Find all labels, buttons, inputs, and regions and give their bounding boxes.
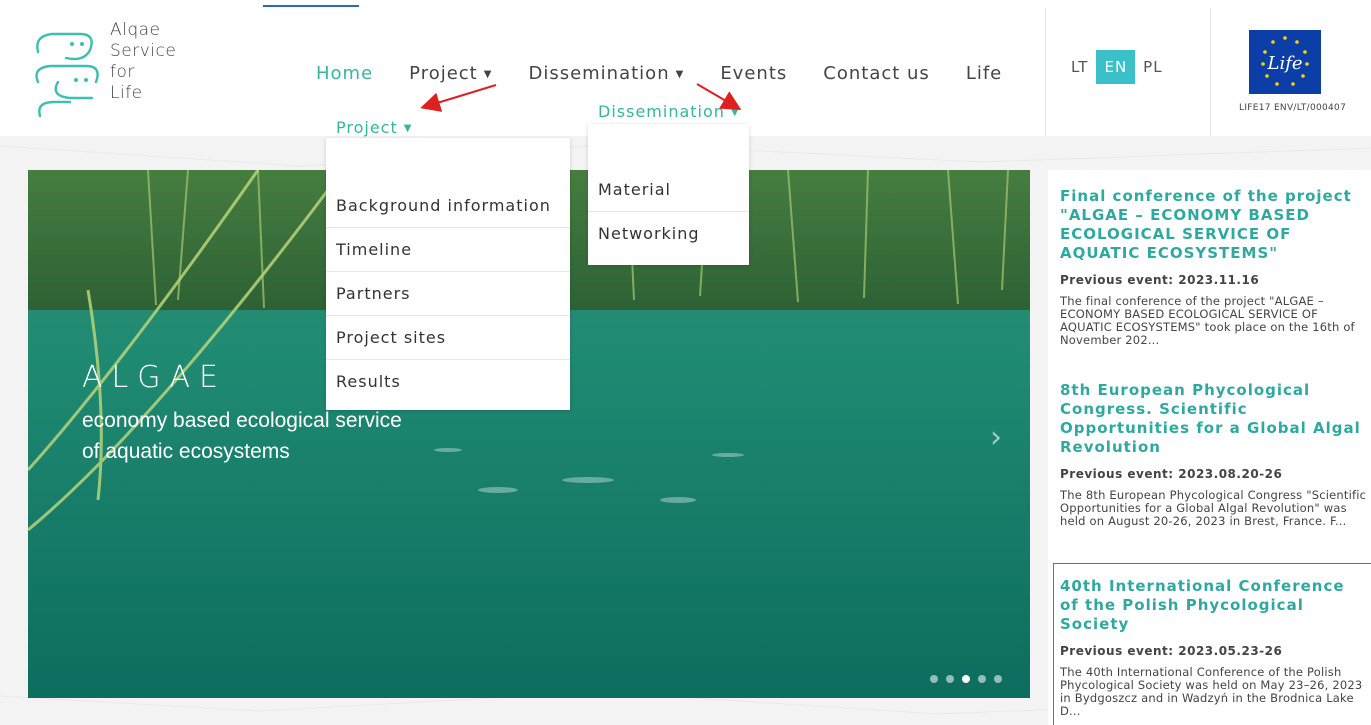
project-menu-header-label: Project	[336, 118, 398, 137]
event-item[interactable]: 8th European Phycological Congress. Scie…	[1060, 381, 1368, 528]
nav-project[interactable]: Project ▼	[409, 63, 492, 84]
event-date: Previous event: 2023.05.23-26	[1060, 644, 1283, 658]
nav-home-label: Home	[316, 62, 374, 84]
dissemination-menu-header-label: Dissemination	[598, 102, 725, 121]
nav-life-label: Life	[965, 62, 1003, 84]
language-switcher: LT EN PL	[1063, 50, 1171, 84]
logo-text[interactable]: Alqae Service for Life	[110, 20, 176, 104]
event-summary: The final conference of the project "ALG…	[1060, 294, 1355, 347]
menu-item-results[interactable]: Results	[326, 360, 570, 403]
header-divider	[1045, 8, 1046, 136]
main-nav: Home Project ▼ Dissemination ▼ Events Cont…	[316, 62, 1038, 84]
caret-down-icon: ▼	[403, 123, 413, 134]
menu-item-project-sites[interactable]: Project sites	[326, 316, 570, 360]
slider-dot[interactable]	[994, 675, 1002, 683]
eu-life-logo-icon[interactable]: Life	[1249, 30, 1321, 94]
dissemination-dropdown: Material Networking	[588, 124, 749, 265]
logo-line: Service	[110, 41, 177, 61]
menu-item-timeline[interactable]: Timeline	[326, 228, 570, 272]
slider-dot[interactable]	[962, 675, 970, 683]
nav-contact-label: Contact us	[823, 62, 930, 84]
event-date: Previous event: 2023.08.20-26	[1060, 467, 1283, 481]
hero-subtitle-line: of aquatic ecosystems	[82, 440, 290, 463]
dropdown-spacer	[588, 124, 749, 168]
dropdown-spacer	[326, 138, 570, 184]
lang-en[interactable]: EN	[1096, 50, 1136, 84]
slider-dot[interactable]	[946, 675, 954, 683]
document-strip	[0, 0, 1371, 8]
hero-subtitle: economy based ecological service of aqua…	[82, 405, 502, 467]
eu-project-code: LIFE17 ENV/LT/000407	[1239, 103, 1347, 113]
caret-down-icon: ▼	[675, 68, 685, 80]
caret-down-icon: ▼	[730, 107, 740, 118]
event-summary: The 8th European Phycological Congress "…	[1060, 488, 1367, 528]
menu-item-material[interactable]: Material	[588, 168, 749, 212]
nav-home[interactable]: Home	[316, 63, 373, 84]
nav-contact[interactable]: Contact us	[823, 63, 930, 84]
menu-item-background-information[interactable]: Background information	[326, 184, 570, 228]
event-title[interactable]: 40th International Conference of the Pol…	[1060, 577, 1368, 634]
event-title[interactable]: 8th European Phycological Congress. Scie…	[1060, 381, 1368, 457]
nav-project-label: Project	[409, 62, 478, 84]
logo-line: Alqae	[110, 20, 161, 40]
nav-events[interactable]: Events	[720, 63, 787, 84]
event-date: Previous event: 2023.11.16	[1060, 273, 1260, 287]
header-divider	[1210, 8, 1211, 136]
project-dropdown: Background information Timeline Partners…	[326, 138, 570, 410]
hero-title: ALGAE	[82, 360, 227, 395]
menu-item-partners[interactable]: Partners	[326, 272, 570, 316]
event-item[interactable]: 40th International Conference of the Pol…	[1060, 577, 1368, 718]
nav-life[interactable]: Life	[966, 63, 1002, 84]
nav-events-label: Events	[720, 62, 788, 84]
lang-lt[interactable]: LT	[1063, 50, 1096, 84]
caret-down-icon: ▼	[483, 68, 493, 80]
project-menu-header[interactable]: Project ▼	[336, 118, 412, 137]
logo-line: for	[110, 62, 135, 82]
lang-pl[interactable]: PL	[1135, 50, 1170, 84]
event-item[interactable]: Final conference of the project "ALGAE –…	[1060, 187, 1368, 347]
slider-dot[interactable]	[930, 675, 938, 683]
svg-text:Life: Life	[1266, 53, 1302, 74]
nav-dissemination[interactable]: Dissemination ▼	[528, 63, 684, 84]
menu-item-networking[interactable]: Networking	[588, 212, 749, 255]
chevron-right-icon[interactable]: ›	[990, 420, 1002, 455]
slider-dots	[930, 675, 1010, 683]
logo-line: Life	[110, 83, 143, 103]
nav-dissemination-label: Dissemination	[528, 62, 670, 84]
dissemination-menu-header[interactable]: Dissemination ▼	[598, 102, 740, 121]
event-title[interactable]: Final conference of the project "ALGAE –…	[1060, 187, 1368, 263]
slider-dot[interactable]	[978, 675, 986, 683]
event-summary: The 40th International Conference of the…	[1060, 665, 1363, 718]
